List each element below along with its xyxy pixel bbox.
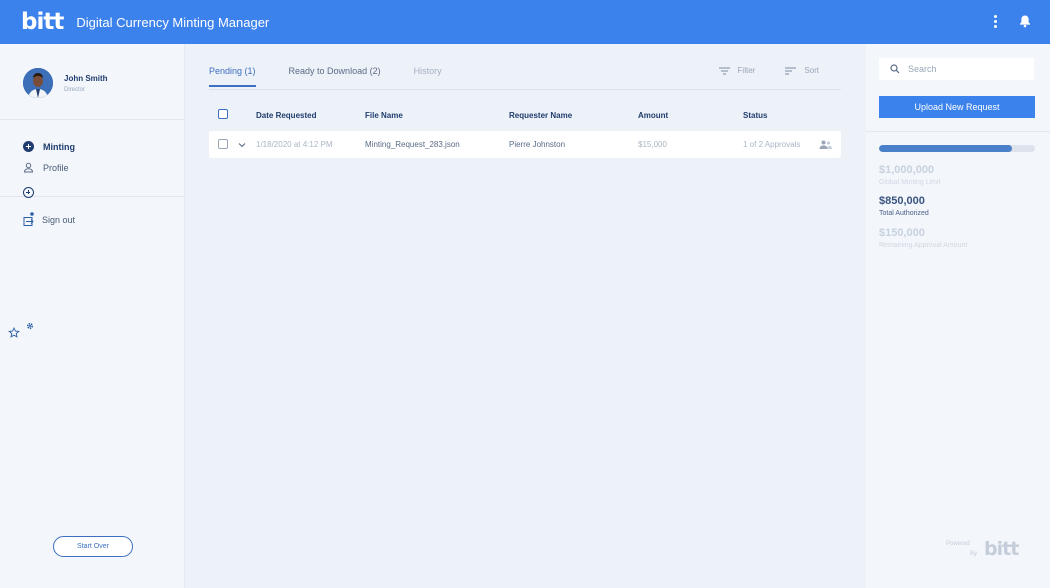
panel-divider xyxy=(866,131,1050,132)
sidebar-divider xyxy=(0,119,184,120)
powered-label: Powered xyxy=(946,541,970,547)
cell-requester: Pierre Johnston xyxy=(509,140,566,149)
cell-status: 1 of 2 Approvals xyxy=(743,140,801,149)
right-panel: Upload New Request $1,000,000 Global Min… xyxy=(866,44,1050,588)
filter-button[interactable]: Filter xyxy=(718,66,756,75)
sidebar-item-label: Minting xyxy=(43,141,75,152)
column-header[interactable]: Amount xyxy=(638,111,668,120)
column-header[interactable]: File Name xyxy=(365,111,403,120)
star-icon[interactable] xyxy=(8,327,20,339)
add-circle-outline-icon xyxy=(23,187,34,198)
top-bar: bitt Digital Currency Minting Manager xyxy=(0,0,1050,44)
bitt-logo-small: bitt xyxy=(984,538,1019,560)
approvers-icon[interactable] xyxy=(819,140,832,149)
minting-progress-bar xyxy=(879,145,1035,152)
tab-bar: Pending (1) Ready to Download (2) Histor… xyxy=(209,66,475,87)
start-over-button[interactable]: Start Over xyxy=(53,536,133,557)
filter-icon xyxy=(718,66,730,75)
top-actions xyxy=(990,14,1032,28)
stat-remaining: $150,000 Remaining Approval Amount xyxy=(879,227,967,249)
user-role: Director xyxy=(64,86,86,93)
filter-label: Filter xyxy=(737,66,756,75)
avatar xyxy=(23,68,53,98)
sign-out-icon xyxy=(23,212,34,226)
by-label: By xyxy=(970,551,978,557)
add-circle-icon xyxy=(23,141,34,152)
gear-icon[interactable] xyxy=(25,321,35,331)
tab-history[interactable]: History xyxy=(414,66,442,85)
sidebar-item-add[interactable] xyxy=(23,187,34,198)
sort-label: Sort xyxy=(804,66,819,75)
sidebar-item-label: Sign out xyxy=(42,214,76,225)
tab-ready-to-download[interactable]: Ready to Download (2) xyxy=(289,66,381,85)
search-icon xyxy=(890,64,900,74)
progress-fill xyxy=(879,145,1012,152)
tab-underline xyxy=(209,89,841,90)
search-box[interactable] xyxy=(879,58,1034,80)
sort-button[interactable]: Sort xyxy=(785,66,819,75)
stat-value: $1,000,000 xyxy=(879,164,935,176)
sidebar-item-minting[interactable]: Minting xyxy=(23,141,75,152)
row-checkbox[interactable] xyxy=(218,139,228,149)
sidebar-item-sign-out[interactable]: Sign out xyxy=(23,212,75,227)
person-icon xyxy=(23,162,34,173)
stat-total-authorized: $850,000 Total Authorized xyxy=(879,195,929,217)
cell-file-name: Minting_Request_283.json xyxy=(365,140,460,149)
stat-label: Total Authorized xyxy=(879,210,929,217)
tab-pending[interactable]: Pending (1) xyxy=(209,66,256,87)
user-profile: John Smith Director xyxy=(23,68,108,98)
column-header[interactable]: Requester Name xyxy=(509,111,572,120)
stat-label: Remaining Approval Amount xyxy=(879,242,968,249)
avatar-image-icon xyxy=(23,68,53,98)
column-header[interactable]: Status xyxy=(743,111,767,120)
powered-by-logo: Powered By bitt xyxy=(946,540,1022,562)
left-sidebar: John Smith Director Minting Profile Sign… xyxy=(0,44,185,588)
table-row[interactable]: 1/18/2020 at 4:12 PM Minting_Request_283… xyxy=(209,131,841,158)
stat-value: $850,000 xyxy=(879,195,925,207)
column-header[interactable]: Date Requested xyxy=(256,111,316,120)
table-header: Date Requested File Name Requester Name … xyxy=(209,108,841,122)
cell-amount: $15,000 xyxy=(638,140,667,149)
stat-label: Global Minting Limit xyxy=(879,179,941,186)
cell-date: 1/18/2020 at 4:12 PM xyxy=(256,140,333,149)
sidebar-item-label: Profile xyxy=(43,162,69,173)
stat-value: $150,000 xyxy=(879,227,925,239)
search-input[interactable] xyxy=(908,64,1028,74)
sidebar-item-profile[interactable]: Profile xyxy=(23,162,69,173)
sort-icon xyxy=(785,66,797,75)
bitt-logo: bitt xyxy=(21,8,64,35)
user-name: John Smith xyxy=(64,73,108,83)
chevron-down-icon[interactable] xyxy=(238,142,246,148)
upload-new-request-button[interactable]: Upload New Request xyxy=(879,96,1035,118)
bell-icon[interactable] xyxy=(1018,14,1032,28)
stat-global-limit: $1,000,000 Global Minting Limit xyxy=(879,164,940,186)
more-vertical-icon[interactable] xyxy=(990,14,1000,28)
main-content: Pending (1) Ready to Download (2) Histor… xyxy=(185,44,866,588)
table-tools: Filter Sort xyxy=(718,66,819,75)
app-title: Digital Currency Minting Manager xyxy=(76,14,270,30)
select-all-checkbox[interactable] xyxy=(218,109,228,119)
